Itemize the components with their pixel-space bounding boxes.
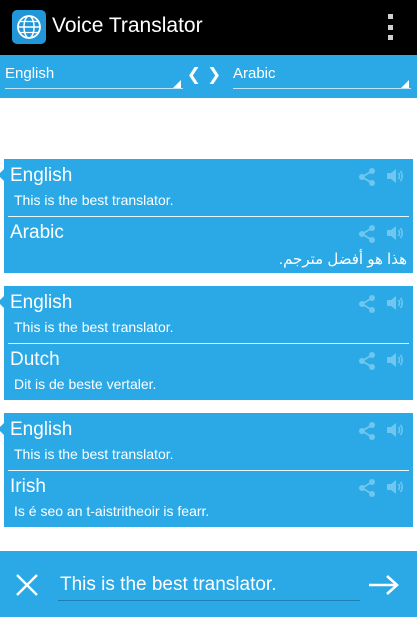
source-block: English This is the best translator.: [4, 159, 413, 217]
action-bar: Voice Translator: [0, 0, 417, 55]
source-text: This is the best translator.: [14, 192, 174, 208]
speaker-icon[interactable]: [385, 420, 405, 440]
source-language-name: English: [10, 419, 73, 440]
source-block: English This is the best translator.: [4, 413, 413, 471]
dropdown-triangle-icon: [401, 80, 409, 88]
target-language-name: Arabic: [10, 222, 64, 243]
share-icon[interactable]: [357, 421, 377, 441]
translation-card: English This is the best translator. Ara…: [0, 159, 413, 273]
translation-input[interactable]: [58, 569, 360, 601]
overflow-menu-icon[interactable]: [385, 14, 395, 40]
share-icon[interactable]: [357, 478, 377, 498]
arrow-right-icon[interactable]: [367, 573, 401, 597]
target-language-name: Dutch: [10, 349, 60, 370]
target-language-select[interactable]: Arabic: [233, 55, 411, 98]
source-select-underline: [5, 88, 183, 89]
share-icon[interactable]: [357, 294, 377, 314]
share-icon[interactable]: [357, 351, 377, 371]
globe-icon: [12, 10, 46, 44]
speaker-icon[interactable]: [385, 166, 405, 186]
target-text: Is é seo an t-aistritheoir is fearr.: [14, 503, 210, 519]
target-block: Irish Is é seo an t-aistritheoir is fear…: [4, 470, 413, 527]
app-title: Voice Translator: [52, 14, 203, 37]
target-block: Arabic هذا هو أفضل مترجم.: [4, 216, 413, 273]
source-language-name: English: [10, 165, 73, 186]
share-icon[interactable]: [357, 224, 377, 244]
target-block: Dutch Dit is de beste vertaler.: [4, 343, 413, 400]
input-bar: [0, 551, 417, 617]
source-text: This is the best translator.: [14, 446, 174, 462]
translation-card: English This is the best translator. Dut…: [0, 286, 413, 400]
speaker-icon[interactable]: [385, 223, 405, 243]
dropdown-triangle-icon: [173, 80, 181, 88]
target-text: Dit is de beste vertaler.: [14, 376, 157, 392]
speaker-icon[interactable]: [385, 477, 405, 497]
speaker-icon[interactable]: [385, 350, 405, 370]
share-icon[interactable]: [357, 167, 377, 187]
swap-languages-button[interactable]: ❮❯: [187, 60, 225, 90]
source-language-name: English: [10, 292, 73, 313]
target-select-underline: [233, 88, 411, 89]
source-block: English This is the best translator.: [4, 286, 413, 344]
close-icon[interactable]: [14, 572, 40, 598]
source-language-label: English: [5, 65, 55, 82]
target-language-name: Irish: [10, 476, 46, 497]
target-text: هذا هو أفضل مترجم.: [278, 251, 407, 268]
source-text: This is the best translator.: [14, 319, 174, 335]
translation-card: English This is the best translator. Iri…: [0, 413, 413, 527]
target-language-label: Arabic: [233, 65, 276, 82]
source-language-select[interactable]: English: [5, 55, 183, 98]
speaker-icon[interactable]: [385, 293, 405, 313]
